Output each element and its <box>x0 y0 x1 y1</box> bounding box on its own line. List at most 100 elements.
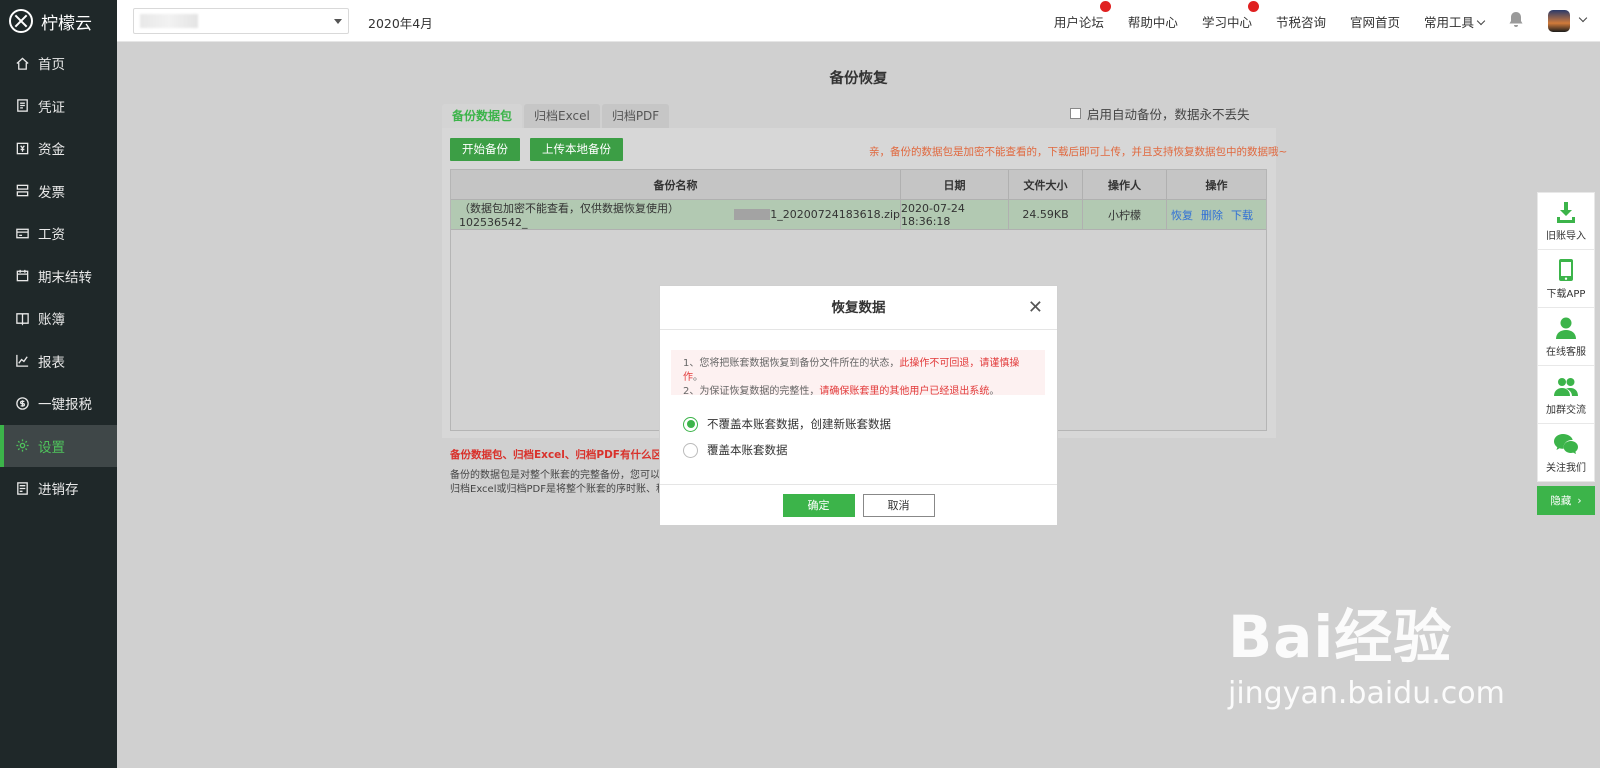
tax-icon <box>14 395 30 411</box>
masked-text <box>733 209 771 220</box>
tool-label: 旧账导入 <box>1546 231 1586 242</box>
radio-button[interactable] <box>683 442 698 458</box>
start-backup-button[interactable]: 开始备份 <box>450 138 520 161</box>
download-app-button[interactable]: 下载APP <box>1537 250 1595 308</box>
sidebar-item-tax[interactable]: 一键报税 <box>0 382 117 425</box>
chevron-down-icon <box>1578 13 1588 23</box>
tab-archive-pdf[interactable]: 归档PDF <box>601 104 670 128</box>
salary-icon <box>14 225 30 241</box>
backup-size: 24.59KB <box>1009 200 1083 230</box>
tool-label: 关注我们 <box>1546 462 1586 474</box>
delete-link[interactable]: 删除 <box>1201 207 1223 223</box>
ledger-icon <box>14 310 30 326</box>
sidebar-item-funds[interactable]: 资金 <box>0 127 117 170</box>
sidebar-item-invoice[interactable]: 发票 <box>0 170 117 213</box>
backup-tabs: 备份数据包 归档Excel 归档PDF <box>442 104 671 128</box>
backup-file-name: （数据包加密不能查看，仅供数据恢复使用）102536542_ 1_2020072… <box>451 200 901 230</box>
backup-operator: 小柠檬 <box>1083 200 1167 230</box>
topbar: 2020年4月 用户论坛 帮助中心 学习中心 节税咨询 官网首页 常用工具 <box>117 0 1600 42</box>
sidebar-item-salary[interactable]: 工资 <box>0 212 117 255</box>
user-menu[interactable] <box>1548 10 1588 32</box>
old-account-import-button[interactable]: 旧账导入 <box>1537 192 1595 250</box>
cancel-button[interactable]: 取消 <box>862 493 935 517</box>
col-file-size: 文件大小 <box>1009 170 1083 200</box>
common-tools-menu[interactable]: 常用工具 <box>1423 12 1486 31</box>
online-service-button[interactable]: 在线客服 <box>1537 308 1595 366</box>
sidebar-item-label: 首页 <box>38 57 65 74</box>
confirm-button[interactable]: 确定 <box>782 493 855 517</box>
option-overwrite-account-set[interactable]: 覆盖本账套数据 <box>683 442 788 458</box>
join-group-button[interactable]: 加群交流 <box>1537 366 1595 424</box>
link-user-forum[interactable]: 用户论坛 <box>1054 0 1111 31</box>
funds-icon <box>14 140 30 156</box>
sidebar-item-report-chart[interactable]: 报表 <box>0 340 117 383</box>
app-logo[interactable]: 柠檬云 <box>0 0 117 42</box>
link-tax-consult[interactable]: 节税咨询 <box>1276 12 1326 31</box>
tool-label: 下载APP <box>1546 288 1586 300</box>
tool-label: 加群交流 <box>1546 404 1586 416</box>
auto-backup-checkbox[interactable] <box>1070 108 1081 119</box>
download-link[interactable]: 下载 <box>1231 207 1253 223</box>
side-toolbar: 旧账导入 下载APP 在线客服 加群交流 关注我们 隐藏 › <box>1537 192 1595 515</box>
hide-toolbar-button[interactable]: 隐藏 › <box>1537 486 1595 515</box>
watermark-line-2: jingyan.baidu.com <box>1228 676 1505 711</box>
bell-icon[interactable] <box>1508 11 1524 31</box>
sidebar: 柠檬云 首页凭证资金发票工资期末结转 账簿报表一键报税 设置 进销存 <box>0 0 117 768</box>
home-icon <box>14 55 30 71</box>
link-label: 常用工具 <box>1423 14 1474 30</box>
tab-archive-excel[interactable]: 归档Excel <box>524 104 600 128</box>
warning-line-1: 1、您将把账套数据恢复到备份文件所在的状态，此操作不可回退，请谨慎操作。 <box>683 357 1033 385</box>
account-set-select[interactable] <box>133 8 349 34</box>
warning-highlight: 请确保账套里的其他用户已经退出系统 <box>819 386 990 397</box>
option-label: 不覆盖本账套数据，创建新账套数据 <box>707 417 891 431</box>
upload-local-backup-button[interactable]: 上传本地备份 <box>530 138 623 161</box>
sidebar-item-ledger[interactable]: 账簿 <box>0 297 117 340</box>
accounting-period[interactable]: 2020年4月 <box>368 13 433 32</box>
help-text-2: 归档Excel或归档PDF是将整个账套的序时账、科 <box>450 484 666 495</box>
radio-button-selected[interactable] <box>683 416 698 432</box>
sidebar-item-inventory[interactable]: 进销存 <box>0 467 117 510</box>
sidebar-item-label: 发票 <box>38 184 65 201</box>
link-learning-center[interactable]: 学习中心 <box>1201 0 1259 31</box>
restore-link[interactable]: 恢复 <box>1171 207 1193 223</box>
link-official-site[interactable]: 官网首页 <box>1350 12 1400 31</box>
close-icon[interactable]: ✕ <box>1028 286 1043 330</box>
restore-warning: 1、您将把账套数据恢复到备份文件所在的状态，此操作不可回退，请谨慎操作。 2、为… <box>671 350 1045 397</box>
dialog-footer: 确定 取消 <box>660 484 1057 525</box>
sidebar-item-label: 报表 <box>38 354 65 371</box>
app-name: 柠檬云 <box>41 13 92 34</box>
page-title: 备份恢复 <box>829 71 888 87</box>
warning-text: 1、您将把账套数据恢复到备份文件所在的状态， <box>683 358 900 369</box>
sidebar-item-voucher[interactable]: 凭证 <box>0 85 117 128</box>
row-actions: 恢复 删除 下载 <box>1167 200 1266 230</box>
file-name-prefix: （数据包加密不能查看，仅供数据恢复使用）102536542_ <box>459 202 679 229</box>
tab-backup-package[interactable]: 备份数据包 <box>442 104 523 128</box>
link-label: 学习中心 <box>1201 14 1252 30</box>
hot-badge-icon <box>1099 0 1111 12</box>
help-title[interactable]: 备份数据包、归档Excel、归档PDF有什么区别? <box>450 447 679 462</box>
sidebar-item-calendar[interactable]: 期末结转 <box>0 255 117 298</box>
sidebar-item-label: 工资 <box>38 227 65 244</box>
option-create-new-account-set[interactable]: 不覆盖本账套数据，创建新账套数据 <box>683 416 891 432</box>
col-backup-name: 备份名称 <box>451 170 901 200</box>
col-operator: 操作人 <box>1083 170 1167 200</box>
chevron-down-icon <box>1476 16 1486 25</box>
auto-backup-toggle[interactable]: 启用自动备份，数据永不丢失 <box>1070 104 1250 123</box>
caret-down-icon <box>334 19 342 24</box>
warning-text: 。 <box>693 372 703 383</box>
hot-badge-icon <box>1247 0 1259 12</box>
lemon-logo-icon <box>9 9 33 33</box>
invoice-icon <box>14 183 30 199</box>
follow-us-button[interactable]: 关注我们 <box>1537 424 1595 482</box>
help-text-1: 备份的数据包是对整个账套的完整备份，您可以 <box>450 470 660 481</box>
sidebar-item-gear[interactable]: 设置 <box>0 424 117 467</box>
col-actions: 操作 <box>1167 170 1266 200</box>
voucher-icon <box>14 98 30 114</box>
link-help-center[interactable]: 帮助中心 <box>1128 12 1178 31</box>
sidebar-item-home[interactable]: 首页 <box>0 42 117 85</box>
sidebar-item-label: 资金 <box>38 142 65 159</box>
restore-data-dialog: 恢复数据 ✕ 1、您将把账套数据恢复到备份文件所在的状态，此操作不可回退，请谨慎… <box>659 285 1058 526</box>
col-date: 日期 <box>901 170 1009 200</box>
calendar-icon <box>14 268 30 284</box>
auto-backup-label: 启用自动备份，数据永不丢失 <box>1087 107 1250 122</box>
